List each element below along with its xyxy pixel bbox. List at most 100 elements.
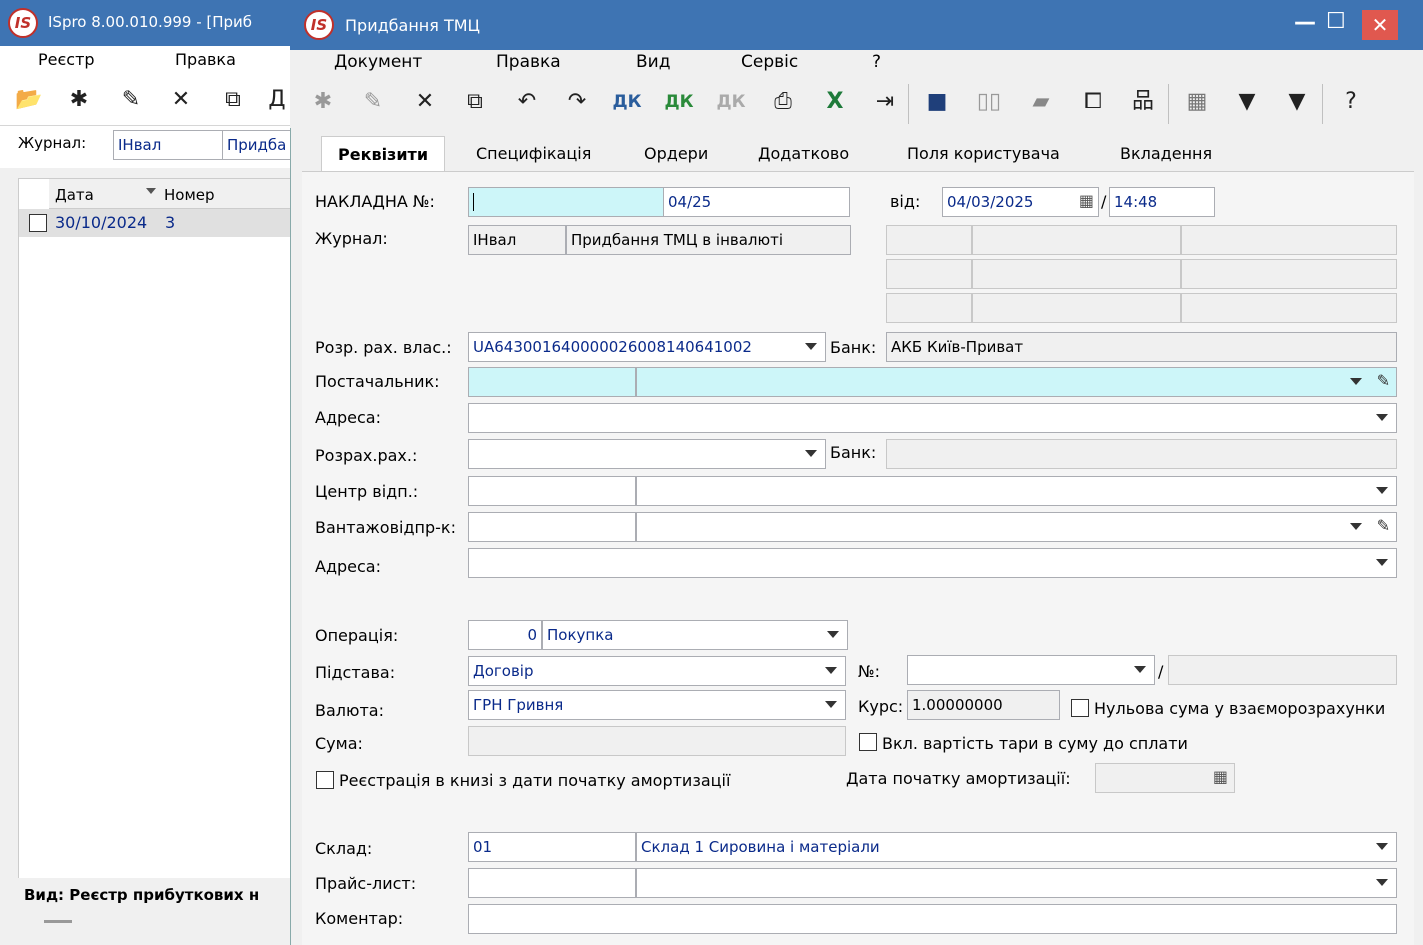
edit-document-icon[interactable]: ✎ (116, 85, 146, 115)
help-icon[interactable]: ? (1336, 87, 1366, 117)
menu-view[interactable]: Вид (636, 52, 670, 72)
chevron-down-icon[interactable] (805, 450, 817, 457)
supplier-code-field[interactable] (468, 367, 636, 397)
tab-user-fields[interactable]: Поля користувача (907, 136, 1060, 172)
print-icon[interactable]: ⎙ (768, 87, 798, 117)
tare-checkbox[interactable] (859, 733, 877, 751)
time-field[interactable]: 14:48 (1109, 187, 1215, 217)
warehouse-select[interactable]: Склад 1 Сировина і матеріали (636, 832, 1397, 862)
new-icon[interactable]: ✱ (308, 87, 338, 117)
copy-document-icon[interactable]: ⧉ (218, 85, 248, 115)
date-field[interactable]: 04/03/2025 ▦ (942, 187, 1099, 217)
operation-select[interactable]: Покупка (542, 620, 848, 650)
chevron-down-icon[interactable] (805, 343, 817, 350)
grid-icon[interactable]: ▦ (1182, 87, 1212, 117)
copy-icon[interactable]: ⧉ (460, 87, 490, 117)
currency-value: ГРН Гривня (473, 696, 564, 714)
chevron-down-icon[interactable] (1376, 487, 1388, 494)
currency-select[interactable]: ГРН Гривня (468, 690, 846, 720)
debit-credit-icon[interactable]: Д (262, 85, 292, 115)
background-footer: Вид: Реєстр прибуткових н (0, 878, 300, 945)
column-number[interactable]: Номер (164, 186, 215, 204)
basis-number-select[interactable] (907, 655, 1155, 685)
shipper-code-field[interactable] (468, 512, 636, 542)
filter-icon[interactable]: ▼ (1232, 87, 1262, 117)
delete-icon[interactable]: ✕ (410, 87, 440, 117)
basis-select[interactable]: Договір (468, 656, 846, 686)
chevron-down-icon[interactable] (1376, 414, 1388, 421)
menu-edit[interactable]: Правка (496, 52, 561, 72)
list-header: Дата Номер (49, 179, 301, 209)
invoice-prefix-field[interactable] (468, 187, 664, 217)
comment-field[interactable] (468, 904, 1397, 934)
center-code-field[interactable] (468, 476, 636, 506)
journal-name-field[interactable]: Придба (222, 130, 300, 160)
chevron-down-icon[interactable] (1134, 666, 1146, 673)
address2-select[interactable] (468, 548, 1397, 578)
clear-filter-icon[interactable]: ▼ (1282, 87, 1312, 117)
menu-service[interactable]: Сервіс (741, 52, 798, 72)
tab-additional[interactable]: Додатково (758, 136, 849, 172)
row-checkbox[interactable] (29, 214, 47, 232)
exit-icon[interactable]: ⇥ (870, 87, 900, 117)
chevron-down-icon[interactable] (1376, 843, 1388, 850)
debit-credit-green-icon[interactable]: ДК (664, 87, 694, 117)
center-name-select[interactable] (636, 476, 1397, 506)
operation-code-field[interactable]: 0 (468, 620, 542, 650)
shipper-name-select[interactable]: ✎ (636, 512, 1397, 542)
book-icon[interactable]: ▯▯ (974, 87, 1004, 117)
menu-registry[interactable]: Реєстр (38, 50, 95, 69)
export-excel-icon[interactable]: X (820, 87, 850, 117)
registration-checkbox[interactable] (316, 771, 334, 789)
redo-icon[interactable]: ↷ (562, 87, 592, 117)
date-value: 04/03/2025 (947, 193, 1034, 211)
grid-cell (1181, 259, 1397, 289)
edit-pencil-icon[interactable]: ✎ (1377, 516, 1390, 535)
menu-edit[interactable]: Правка (175, 50, 236, 69)
account-select[interactable] (468, 439, 826, 469)
chevron-down-icon[interactable] (1350, 378, 1362, 385)
menu-document[interactable]: Документ (334, 52, 422, 72)
chevron-down-icon[interactable] (825, 667, 837, 674)
save-icon[interactable]: ■ (922, 87, 952, 117)
chevron-down-icon[interactable] (1376, 559, 1388, 566)
scroll-handle[interactable] (44, 920, 72, 923)
edit-pencil-icon[interactable]: ✎ (1377, 371, 1390, 390)
price-list-select[interactable] (636, 868, 1397, 898)
table-row[interactable]: 30/10/2024 3 (19, 209, 301, 237)
tab-attachments[interactable]: Вкладення (1120, 136, 1212, 172)
tab-orders[interactable]: Ордери (644, 136, 708, 172)
column-date[interactable]: Дата (55, 186, 94, 204)
sort-arrow-icon[interactable] (146, 188, 156, 194)
open-folder-icon[interactable]: 📂 (14, 85, 44, 115)
chevron-down-icon[interactable] (1350, 523, 1362, 530)
chevron-down-icon[interactable] (1376, 879, 1388, 886)
undo-icon[interactable]: ↶ (512, 87, 542, 117)
folder-icon[interactable]: ▰ (1026, 87, 1056, 117)
zero-sum-checkbox[interactable] (1071, 699, 1089, 717)
chevron-down-icon[interactable] (825, 701, 837, 708)
delete-document-icon[interactable]: ✕ (166, 85, 196, 115)
maximize-button[interactable]: ☐ (1326, 9, 1346, 34)
supplier-name-select[interactable]: ✎ (636, 367, 1397, 397)
invoice-number-field[interactable]: 04/25 (663, 187, 850, 217)
price-list-code-field[interactable] (468, 868, 636, 898)
warehouse-code-field[interactable]: 01 (468, 832, 636, 862)
address-select[interactable] (468, 403, 1397, 433)
journal-code-field[interactable]: ІНвал (113, 130, 223, 160)
own-account-select[interactable]: UA643001640000026008140641002 (468, 332, 826, 362)
menu-help[interactable]: ? (872, 52, 881, 72)
tab-specification[interactable]: Специфікація (476, 136, 591, 172)
attach-icon[interactable]: ⧠ (1078, 87, 1108, 117)
edit-icon[interactable]: ✎ (358, 87, 388, 117)
tab-requisites[interactable]: Реквізити (321, 136, 446, 172)
new-document-icon[interactable]: ✱ (64, 85, 94, 115)
debit-credit-disabled-icon[interactable]: ДК (716, 87, 746, 117)
close-button[interactable]: ✕ (1362, 10, 1398, 40)
debit-credit-icon[interactable]: ДК (612, 87, 642, 117)
minimize-button[interactable]: — (1294, 10, 1316, 35)
hierarchy-icon[interactable]: 品 (1128, 87, 1158, 117)
calendar-icon[interactable]: ▦ (1213, 767, 1228, 786)
chevron-down-icon[interactable] (827, 631, 839, 638)
calendar-icon[interactable]: ▦ (1079, 191, 1094, 210)
